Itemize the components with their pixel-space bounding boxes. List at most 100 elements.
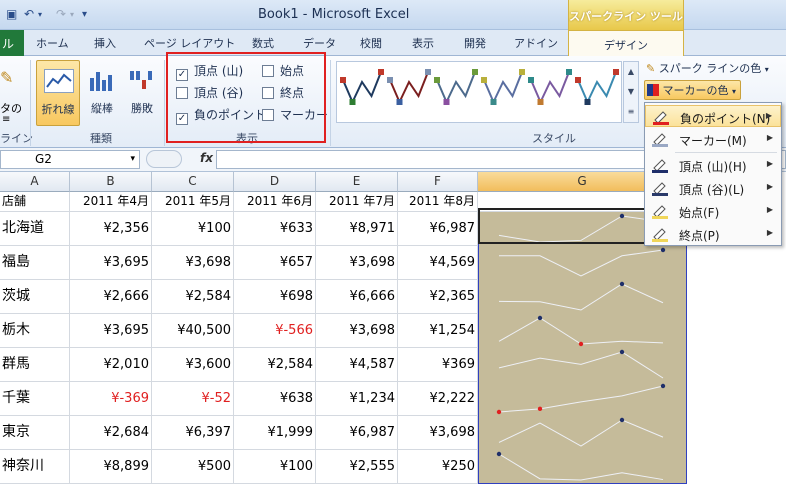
- style-thumbnail-1[interactable]: [340, 69, 384, 105]
- menu-item-high-point[interactable]: 頂点 (山)(H) ▶: [645, 154, 781, 176]
- column-header-e[interactable]: E: [316, 172, 398, 192]
- tab-page-layout[interactable]: ページ レイアウト: [144, 35, 235, 51]
- line-sparkline-button[interactable]: 折れ線: [36, 60, 80, 126]
- tab-review[interactable]: 校閲: [360, 35, 382, 51]
- sparkline-cell[interactable]: [478, 382, 687, 416]
- menu-item-last-point[interactable]: 終点(P) ▶: [645, 223, 781, 245]
- value-cell[interactable]: ¥500: [152, 450, 234, 484]
- value-cell[interactable]: ¥2,584: [152, 280, 234, 314]
- store-name-cell[interactable]: 北海道: [0, 212, 70, 246]
- value-cell[interactable]: ¥633: [234, 212, 316, 246]
- menu-item-negative-points[interactable]: 負のポイント(N) ▶: [645, 105, 781, 127]
- sparkline-cell[interactable]: [478, 314, 687, 348]
- chevron-down-icon[interactable]: ▾: [130, 151, 135, 168]
- store-name-cell[interactable]: 栃木: [0, 314, 70, 348]
- edit-data-button[interactable]: ✎ タの ≡: [0, 60, 26, 126]
- value-cell[interactable]: ¥6,397: [152, 416, 234, 450]
- value-cell[interactable]: ¥1,234: [316, 382, 398, 416]
- value-cell[interactable]: ¥3,600: [152, 348, 234, 382]
- tab-insert[interactable]: 挿入: [94, 35, 116, 51]
- value-cell[interactable]: ¥698: [234, 280, 316, 314]
- value-cell[interactable]: ¥1,254: [398, 314, 478, 348]
- tab-file[interactable]: ル: [0, 30, 24, 56]
- tab-view[interactable]: 表示: [412, 35, 434, 51]
- value-cell[interactable]: ¥1,999: [234, 416, 316, 450]
- name-box[interactable]: G2 ▾: [0, 150, 140, 169]
- tab-addins[interactable]: アドイン: [514, 35, 558, 51]
- sparkline-cell[interactable]: [478, 416, 687, 450]
- gallery-down-icon[interactable]: ▼: [624, 82, 638, 102]
- sparkline-cell[interactable]: [478, 348, 687, 382]
- sparkline-color-button[interactable]: ✎ スパーク ラインの色 ▾: [646, 60, 769, 76]
- header-cell[interactable]: 2011 年8月: [398, 192, 478, 212]
- header-cell[interactable]: 2011 年6月: [234, 192, 316, 212]
- value-cell[interactable]: ¥2,584: [234, 348, 316, 382]
- style-thumbnail-6[interactable]: [575, 69, 619, 105]
- value-cell[interactable]: ¥638: [234, 382, 316, 416]
- menu-item-first-point[interactable]: 始点(F) ▶: [645, 200, 781, 222]
- value-cell[interactable]: ¥2,365: [398, 280, 478, 314]
- tab-formulas[interactable]: 数式: [252, 35, 274, 51]
- tab-design[interactable]: デザイン: [568, 30, 684, 57]
- style-thumbnail-5[interactable]: [528, 69, 572, 105]
- column-header-d[interactable]: D: [234, 172, 316, 192]
- sparkline-style-gallery[interactable]: [336, 61, 622, 123]
- value-cell[interactable]: ¥6,666: [316, 280, 398, 314]
- tab-data[interactable]: データ: [303, 35, 336, 51]
- value-cell[interactable]: ¥-566: [234, 314, 316, 348]
- header-cell[interactable]: 2011 年5月: [152, 192, 234, 212]
- value-cell[interactable]: ¥6,987: [398, 212, 478, 246]
- value-cell[interactable]: ¥8,899: [70, 450, 152, 484]
- value-cell[interactable]: ¥100: [152, 212, 234, 246]
- value-cell[interactable]: ¥250: [398, 450, 478, 484]
- tab-developer[interactable]: 開発: [464, 35, 486, 51]
- value-cell[interactable]: ¥-52: [152, 382, 234, 416]
- store-name-cell[interactable]: 千葉: [0, 382, 70, 416]
- column-header-a[interactable]: A: [0, 172, 70, 192]
- insert-function-icon[interactable]: fx: [200, 151, 213, 165]
- column-header-f[interactable]: F: [398, 172, 478, 192]
- value-cell[interactable]: ¥3,698: [316, 314, 398, 348]
- gallery-more-icon[interactable]: ≡: [624, 102, 638, 122]
- value-cell[interactable]: ¥100: [234, 450, 316, 484]
- style-thumbnail-2[interactable]: [387, 69, 431, 105]
- value-cell[interactable]: ¥4,569: [398, 246, 478, 280]
- redo-icon[interactable]: ↷: [56, 7, 66, 21]
- store-name-cell[interactable]: 群馬: [0, 348, 70, 382]
- value-cell[interactable]: ¥2,555: [316, 450, 398, 484]
- formula-bar-resize-icon[interactable]: [146, 150, 182, 168]
- header-cell[interactable]: 2011 年4月: [70, 192, 152, 212]
- column-header-b[interactable]: B: [70, 172, 152, 192]
- save-icon[interactable]: ▣: [6, 7, 17, 21]
- sparkline-cell[interactable]: [478, 280, 687, 314]
- value-cell[interactable]: ¥3,698: [316, 246, 398, 280]
- value-cell[interactable]: ¥6,987: [316, 416, 398, 450]
- store-name-cell[interactable]: 東京: [0, 416, 70, 450]
- value-cell[interactable]: ¥3,698: [398, 416, 478, 450]
- value-cell[interactable]: ¥2,356: [70, 212, 152, 246]
- value-cell[interactable]: ¥3,695: [70, 314, 152, 348]
- value-cell[interactable]: ¥3,695: [70, 246, 152, 280]
- header-cell[interactable]: 店舗: [0, 192, 70, 212]
- sparkline-cell[interactable]: [478, 246, 687, 280]
- store-name-cell[interactable]: 茨城: [0, 280, 70, 314]
- value-cell[interactable]: ¥2,010: [70, 348, 152, 382]
- value-cell[interactable]: ¥40,500: [152, 314, 234, 348]
- value-cell[interactable]: ¥369: [398, 348, 478, 382]
- column-sparkline-button[interactable]: 縦棒: [80, 60, 124, 126]
- header-cell[interactable]: 2011 年7月: [316, 192, 398, 212]
- tab-home[interactable]: ホーム: [36, 35, 69, 51]
- value-cell[interactable]: ¥3,698: [152, 246, 234, 280]
- undo-icon[interactable]: ↶: [24, 7, 34, 21]
- gallery-scroll[interactable]: ▲ ▼ ≡: [623, 61, 639, 123]
- redo-dropdown-icon[interactable]: ▾: [70, 10, 74, 19]
- menu-item-low-point[interactable]: 頂点 (谷)(L) ▶: [645, 177, 781, 199]
- value-cell[interactable]: ¥-369: [70, 382, 152, 416]
- winloss-sparkline-button[interactable]: 勝敗: [120, 60, 164, 126]
- column-header-c[interactable]: C: [152, 172, 234, 192]
- menu-item-markers[interactable]: マーカー(M) ▶: [645, 128, 781, 150]
- value-cell[interactable]: ¥2,666: [70, 280, 152, 314]
- value-cell[interactable]: ¥657: [234, 246, 316, 280]
- store-name-cell[interactable]: 神奈川: [0, 450, 70, 484]
- value-cell[interactable]: ¥4,587: [316, 348, 398, 382]
